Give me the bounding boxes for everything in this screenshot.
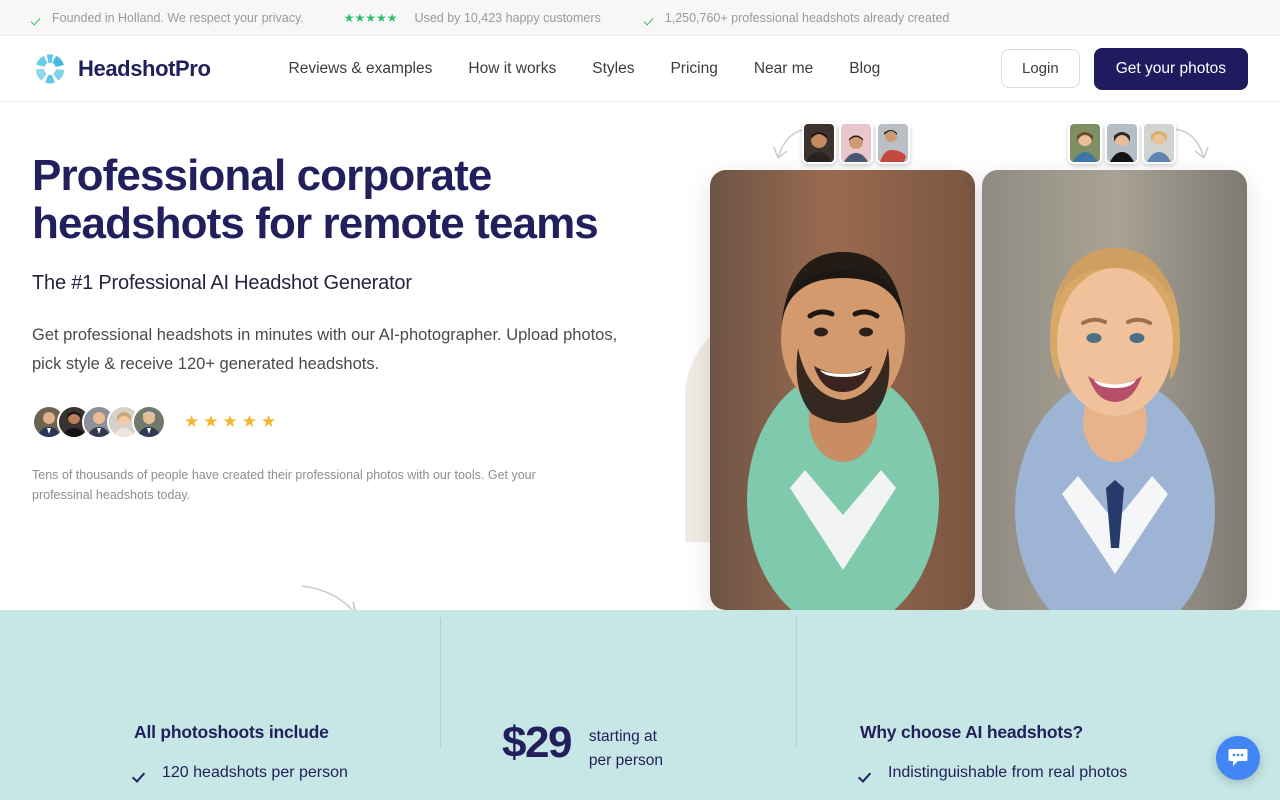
source-photo-thumbnail (802, 122, 836, 164)
get-your-photos-button[interactable]: Get your photos (1093, 47, 1248, 90)
announcement-text-customers: Used by 10,423 happy customers (414, 10, 601, 25)
hero-section: Professional corporate headshots for rem… (0, 102, 1280, 610)
source-photo-thumbnail (1142, 122, 1176, 164)
rating-stars: ★ ★ ★ ★ ★ (184, 413, 276, 430)
hero-subtitle: The #1 Professional AI Headshot Generato… (32, 271, 412, 294)
social-proof: ★ ★ ★ ★ ★ (32, 404, 672, 439)
source-photo-strip-left (802, 122, 910, 164)
nav-item-styles[interactable]: Styles (592, 60, 634, 78)
chat-bubble-icon (1226, 745, 1250, 772)
logo-text: HeadshotPro (78, 55, 211, 81)
login-button[interactable]: Login (1001, 49, 1080, 88)
source-photo-thumbnail (1105, 122, 1139, 164)
star-icon: ★ (222, 412, 238, 432)
generated-headshot-male (710, 170, 975, 610)
announcement-item-headshots: 1,250,760+ professional headshots alread… (645, 11, 950, 25)
check-icon (645, 11, 658, 24)
source-photo-thumbnail (1068, 122, 1102, 164)
avatar-group (32, 404, 166, 439)
aperture-logo-icon (32, 51, 68, 87)
nav-item-reviews[interactable]: Reviews & examples (289, 60, 433, 78)
source-photo-thumbnail (839, 122, 873, 164)
page-title: Professional corporate headshots for rem… (32, 151, 599, 248)
announcement-text-headshots: 1,250,760+ professional headshots alread… (664, 10, 950, 25)
announcement-item-privacy: Founded in Holland. We respect your priv… (32, 11, 304, 25)
announcement-item-customers: ★★★★★ Used by 10,423 happy customers (344, 11, 601, 25)
site-header: HeadshotPro Reviews & examples How it wo… (0, 36, 1280, 102)
star-icon: ★ (241, 412, 257, 432)
price-meta-line2: per person (588, 752, 664, 770)
band-column-pricing: $29 starting at per person (440, 718, 796, 800)
hero-copy: Professional corporate headshots for rem… (32, 152, 672, 506)
nav-item-near-me[interactable]: Near me (754, 60, 813, 78)
nav-item-how-it-works[interactable]: How it works (468, 60, 556, 78)
why-ai-item-label: Indistinguishable from real photos (888, 764, 1128, 781)
band-column-includes: All photoshoots include 120 headshots pe… (0, 722, 440, 800)
source-photo-strip-right (1068, 122, 1176, 164)
header-actions: Login Get your photos (1001, 47, 1248, 90)
check-icon (860, 766, 875, 781)
generated-headshot-female (982, 170, 1247, 610)
main-navigation: Reviews & examples How it works Styles P… (289, 60, 881, 78)
features-band: All photoshoots include 120 headshots pe… (0, 610, 1280, 800)
star-icon: ★ (184, 412, 200, 432)
announcement-bar: Founded in Holland. We respect your priv… (0, 0, 1280, 36)
price-amount: $29 (502, 718, 572, 767)
price-meta-line1: starting at (588, 728, 657, 745)
check-icon (32, 11, 45, 24)
nav-item-blog[interactable]: Blog (849, 60, 880, 78)
stars-icon: ★★★★★ (343, 10, 398, 25)
hero-images (680, 102, 1280, 610)
why-ai-title: Why choose AI headshots? (860, 722, 1084, 742)
check-icon (134, 766, 149, 781)
chat-widget-button[interactable] (1216, 736, 1260, 780)
band-column-why-ai: Why choose AI headshots? Indistinguishab… (796, 722, 1280, 800)
source-photo-thumbnail (876, 122, 910, 164)
includes-item-label: 120 headshots per person (162, 764, 348, 781)
price-meta: starting at per person (589, 722, 663, 773)
hero-note: Tens of thousands of people have created… (32, 467, 536, 503)
announcement-text-privacy: Founded in Holland. We respect your priv… (52, 10, 304, 25)
logo[interactable]: HeadshotPro (32, 51, 211, 87)
includes-title: All photoshoots include (134, 722, 329, 742)
nav-item-pricing[interactable]: Pricing (670, 60, 717, 78)
star-icon: ★ (261, 412, 277, 432)
curved-arrow-icon (300, 584, 370, 610)
includes-item: 120 headshots per person (134, 764, 440, 782)
hero-paragraph: Get professional headshots in minutes wi… (32, 325, 618, 373)
star-icon: ★ (203, 412, 219, 432)
avatar (132, 404, 166, 439)
